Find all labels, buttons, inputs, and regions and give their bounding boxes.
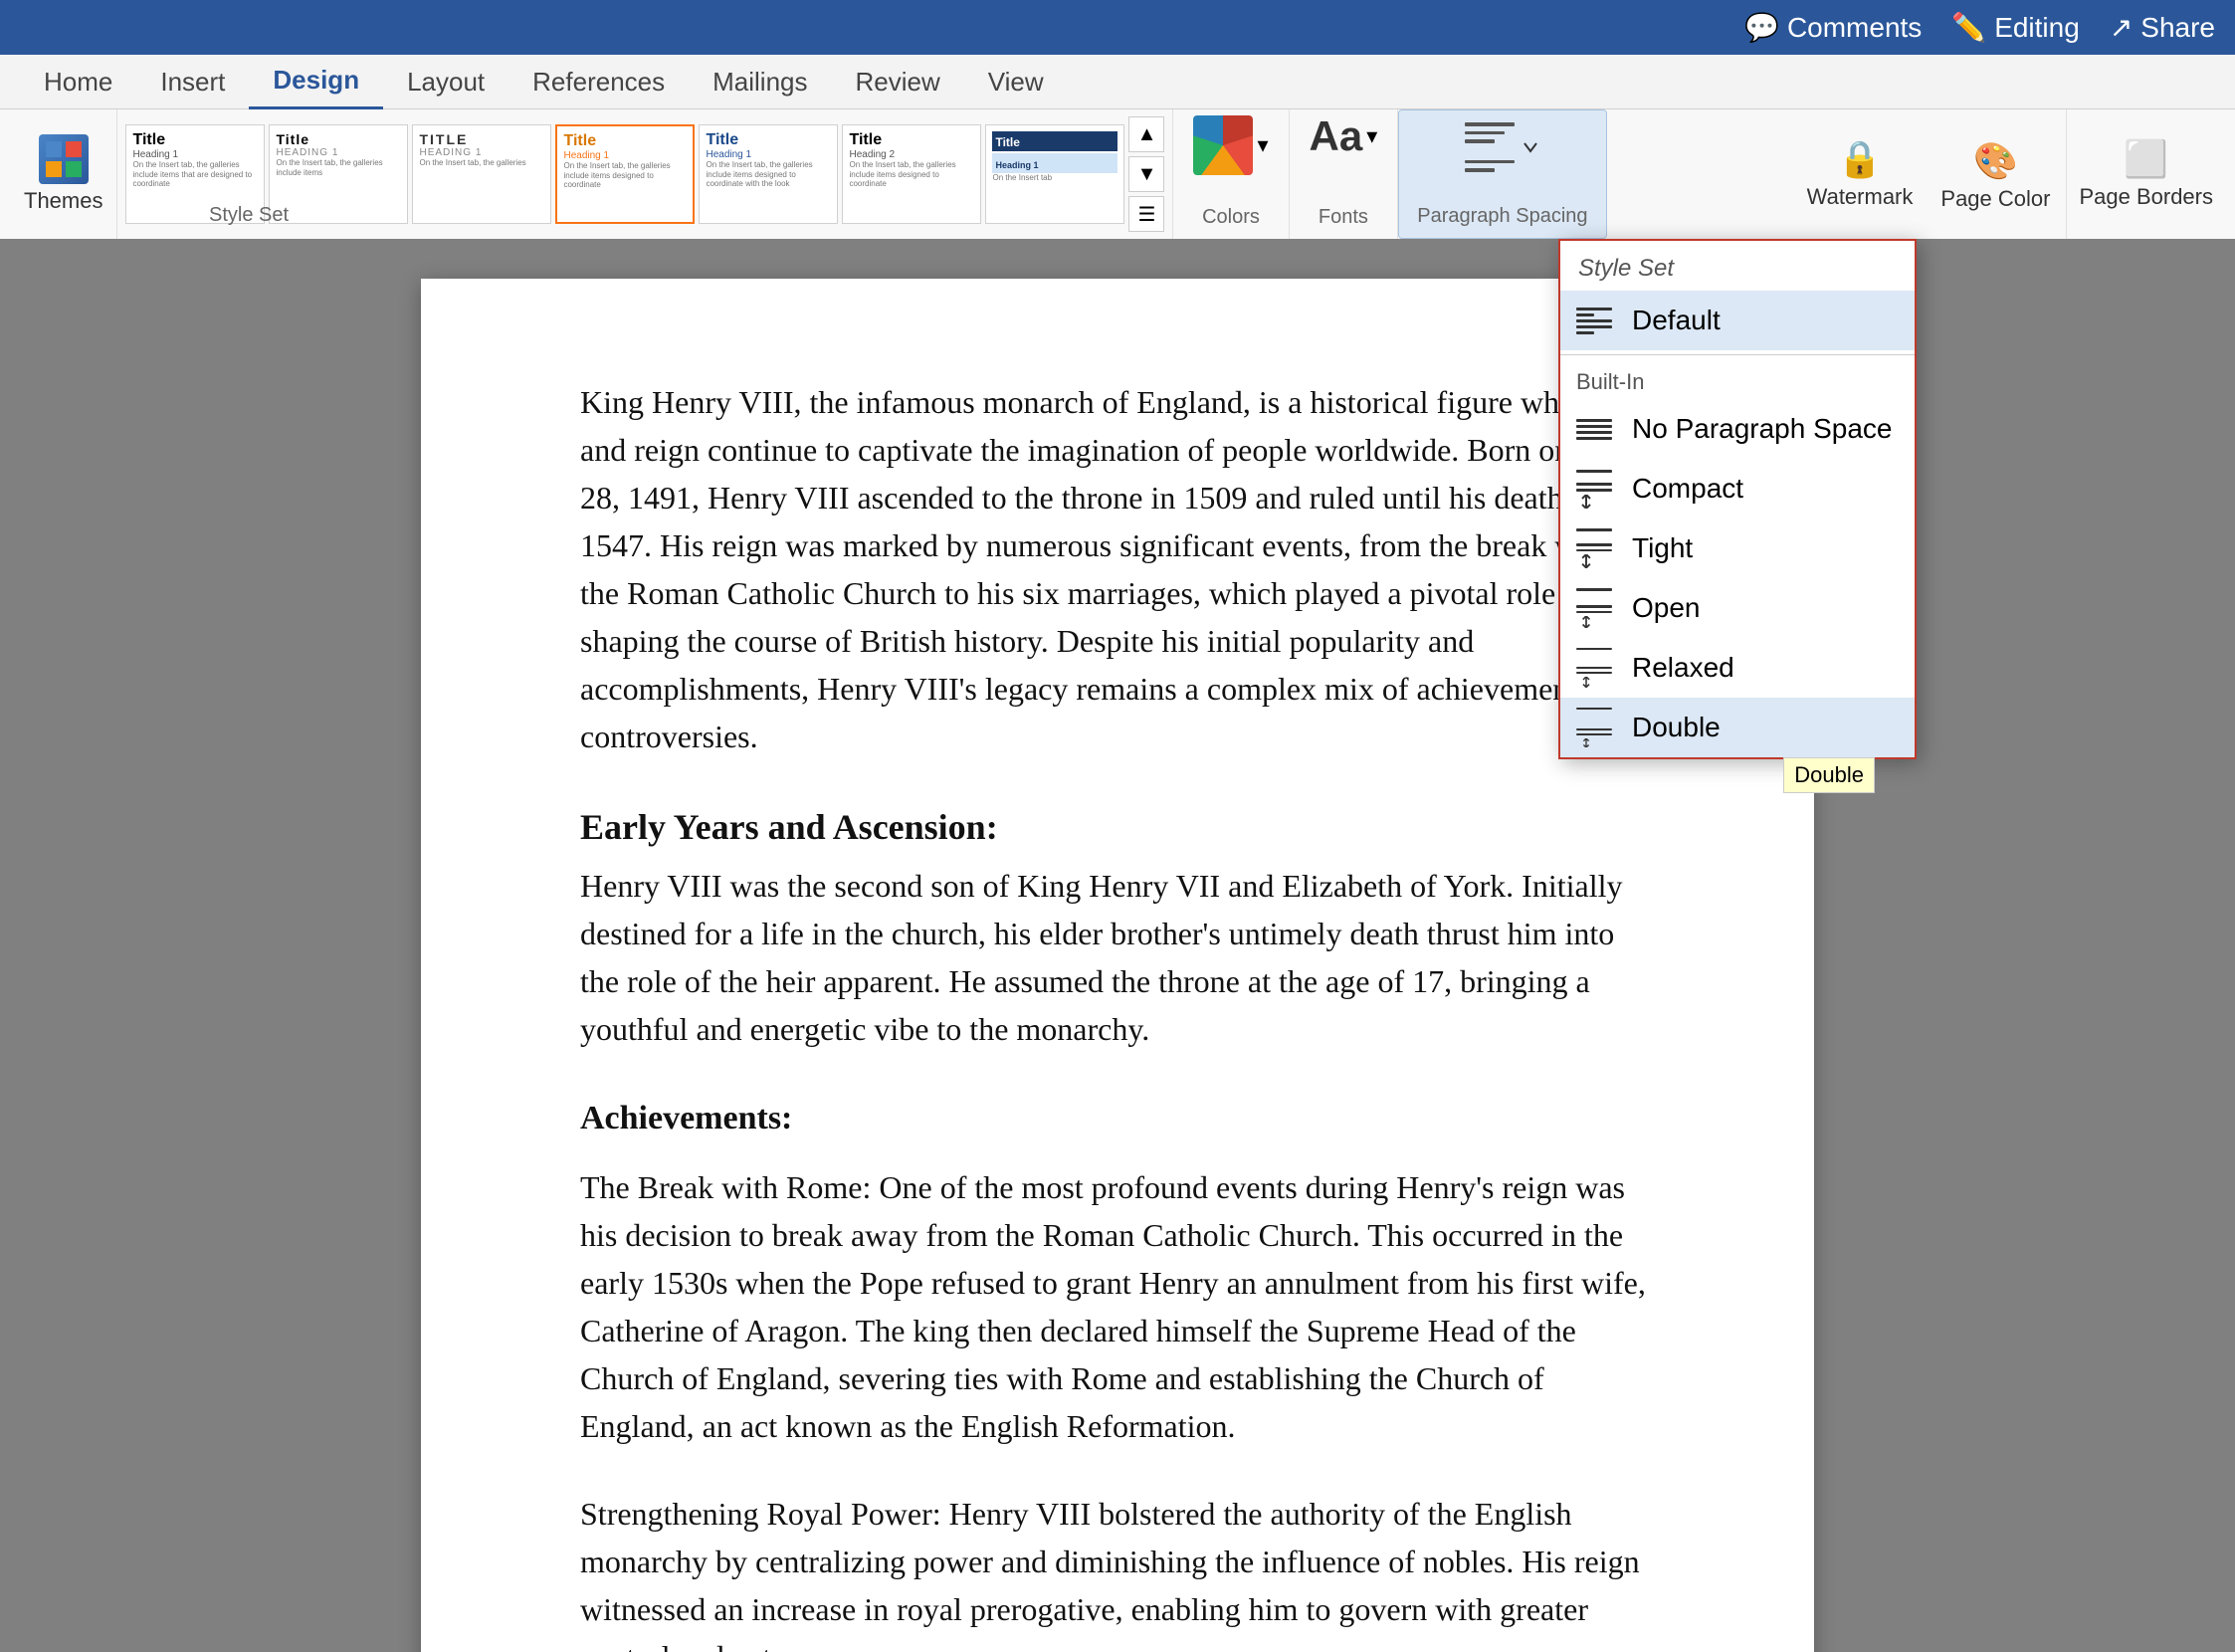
style-thumbs-group: Title Heading 1 On the Insert tab, the g… bbox=[117, 109, 1173, 239]
style-more[interactable]: ☰ bbox=[1128, 196, 1164, 232]
dropdown-item-no-paragraph-space[interactable]: No Paragraph Space bbox=[1560, 399, 1915, 459]
paragraph-spacing-icon bbox=[1465, 122, 1515, 172]
tab-review[interactable]: Review bbox=[832, 55, 964, 109]
tab-insert[interactable]: Insert bbox=[136, 55, 249, 109]
editing-button[interactable]: ✏️ Editing bbox=[1951, 11, 2080, 44]
page-color-label: Page Color bbox=[1940, 186, 2050, 212]
style-thumb-4[interactable]: Title Heading 1 On the Insert tab, the g… bbox=[555, 124, 695, 224]
compact-label: Compact bbox=[1632, 473, 1743, 505]
paragraph-spacing-dropdown: Style Set Default Built-In No Paragraph … bbox=[1558, 239, 1917, 759]
open-label: Open bbox=[1632, 592, 1701, 624]
chevron-down-icon-2: ▾ bbox=[1366, 123, 1377, 149]
tab-layout[interactable]: Layout bbox=[383, 55, 508, 109]
title-bar: 💬 Comments ✏️ Editing ↗ Share bbox=[0, 0, 2235, 55]
open-icon bbox=[1576, 588, 1616, 628]
no-para-space-icon bbox=[1576, 409, 1616, 449]
share-button[interactable]: ↗ Share bbox=[2110, 11, 2215, 44]
tab-references[interactable]: References bbox=[508, 55, 689, 109]
page-color-icon: 🎨 bbox=[1970, 136, 2020, 186]
double-tooltip: Double bbox=[1783, 757, 1875, 793]
dropdown-item-relaxed[interactable]: Relaxed bbox=[1560, 638, 1915, 698]
doc-heading-early-years: Early Years and Ascension: bbox=[580, 800, 1655, 854]
style-set-label: Style Set bbox=[209, 204, 289, 231]
chevron-down-icon-3 bbox=[1521, 137, 1540, 157]
watermark-icon: 🔒 bbox=[1838, 138, 1883, 180]
colors-button[interactable]: ▾ bbox=[1193, 115, 1268, 175]
doc-paragraph-1: King Henry VIII, the infamous monarch of… bbox=[580, 378, 1655, 760]
themes-button[interactable]: Themes bbox=[24, 134, 102, 214]
dropdown-default-item[interactable]: Default bbox=[1560, 291, 1915, 350]
doc-paragraph-3: The Break with Rome: One of the most pro… bbox=[580, 1163, 1655, 1450]
tab-view[interactable]: View bbox=[964, 55, 1068, 109]
doc-paragraph-4: Strengthening Royal Power: Henry VIII bo… bbox=[580, 1490, 1655, 1652]
paragraph-spacing-label: Paragraph Spacing bbox=[1417, 205, 1587, 232]
comments-icon: 💬 bbox=[1744, 11, 1779, 44]
comments-button[interactable]: 💬 Comments bbox=[1744, 11, 1922, 44]
doc-paragraph-2: Henry VIII was the second son of King He… bbox=[580, 862, 1655, 1053]
chevron-down-icon: ▾ bbox=[1257, 132, 1268, 158]
dropdown-item-tight[interactable]: Tight bbox=[1560, 518, 1915, 578]
fonts-button[interactable]: Aa ▾ bbox=[1310, 115, 1378, 157]
fonts-icon: Aa bbox=[1310, 115, 1363, 157]
relaxed-label: Relaxed bbox=[1632, 652, 1734, 684]
dropdown-item-open[interactable]: Open bbox=[1560, 578, 1915, 638]
share-icon: ↗ bbox=[2110, 11, 2133, 44]
compact-icon bbox=[1576, 469, 1616, 509]
style-thumb-6[interactable]: Title Heading 2 On the Insert tab, the g… bbox=[842, 124, 981, 224]
ribbon-tabs: Home Insert Design Layout References Mai… bbox=[0, 55, 2235, 109]
editing-icon: ✏️ bbox=[1951, 11, 1986, 44]
paragraph-spacing-group: Paragraph Spacing bbox=[1398, 109, 1606, 239]
colors-group: ▾ Colors bbox=[1173, 109, 1289, 239]
double-icon bbox=[1576, 708, 1616, 747]
style-scroll-down[interactable]: ▼ bbox=[1128, 156, 1164, 192]
tab-design[interactable]: Design bbox=[249, 55, 383, 109]
themes-icon bbox=[39, 134, 89, 184]
no-paragraph-space-label: No Paragraph Space bbox=[1632, 413, 1893, 445]
watermark-button[interactable]: 🔒 Watermark bbox=[1795, 109, 1926, 239]
style-scroll-up[interactable]: ▲ bbox=[1128, 116, 1164, 152]
fonts-label: Fonts bbox=[1319, 206, 1368, 233]
tight-icon bbox=[1576, 528, 1616, 568]
page-borders-icon: ⬜ bbox=[2124, 138, 2168, 180]
dropdown-item-double[interactable]: Double Double bbox=[1560, 698, 1915, 757]
themes-label: Themes bbox=[24, 188, 102, 214]
ribbon-content: Themes Title Heading 1 On the Insert tab… bbox=[0, 109, 2235, 239]
tab-home[interactable]: Home bbox=[20, 55, 136, 109]
tab-mailings[interactable]: Mailings bbox=[689, 55, 831, 109]
paragraph-spacing-button[interactable] bbox=[1445, 116, 1560, 178]
style-thumb-5[interactable]: Title Heading 1 On the Insert tab, the g… bbox=[699, 124, 838, 224]
relaxed-icon bbox=[1576, 648, 1616, 688]
page-color-button[interactable]: 🎨 Page Color bbox=[1925, 109, 2067, 239]
style-thumb-3[interactable]: TITLE HEADING 1 On the Insert tab, the g… bbox=[412, 124, 551, 224]
double-label: Double bbox=[1632, 712, 1721, 743]
page-borders-label: Page Borders bbox=[2079, 184, 2213, 210]
default-spacing-icon bbox=[1576, 301, 1616, 340]
colors-label: Colors bbox=[1202, 206, 1260, 233]
default-label: Default bbox=[1632, 305, 1721, 336]
colors-swatch bbox=[1193, 115, 1253, 175]
style-thumb-7[interactable]: Title Heading 1 On the Insert tab bbox=[985, 124, 1124, 224]
watermark-label: Watermark bbox=[1807, 184, 1914, 210]
dropdown-style-set-label: Style Set bbox=[1560, 241, 1915, 291]
built-in-label: Built-In bbox=[1560, 359, 1915, 399]
fonts-group: Aa ▾ Fonts bbox=[1290, 109, 1399, 239]
doc-subheading-achievements: Achievements: bbox=[580, 1093, 1655, 1143]
dropdown-item-compact[interactable]: Compact bbox=[1560, 459, 1915, 518]
dropdown-divider-1 bbox=[1560, 354, 1915, 355]
style-thumb-2[interactable]: Title HEADING 1 On the Insert tab, the g… bbox=[269, 124, 408, 224]
page-borders-button[interactable]: ⬜ Page Borders bbox=[2067, 109, 2225, 239]
themes-group: Themes bbox=[10, 109, 117, 239]
tight-label: Tight bbox=[1632, 532, 1693, 564]
